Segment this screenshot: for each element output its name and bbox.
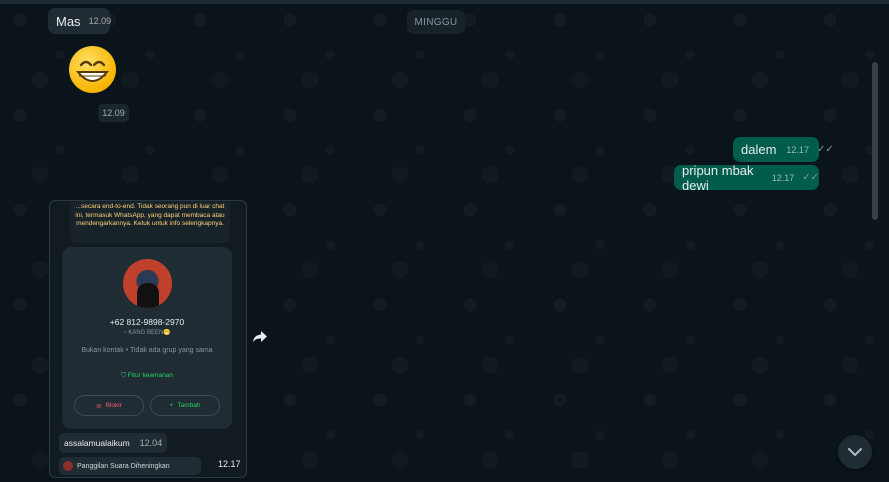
scrollbar[interactable] <box>872 62 878 220</box>
phone-icon <box>63 461 73 471</box>
outgoing-message[interactable]: dalem 12.17 ✓✓ <box>733 137 834 162</box>
message-time: 12.09 <box>102 108 125 118</box>
block-icon: ⊘ <box>96 402 102 410</box>
greeting-text: assalamualaikum <box>64 438 130 448</box>
block-label: Blokir <box>105 402 122 409</box>
greeting-time: 12.04 <box>139 438 163 448</box>
shield-icon: ⛉ <box>121 372 126 379</box>
message-time: 12.09 <box>88 16 112 26</box>
contact-meta: Bukan kontak • Tidak ada grup yang sama <box>81 347 213 354</box>
message-text: dalem <box>741 142 777 157</box>
emoji-face-icon <box>75 60 110 82</box>
greeting-message: assalamualaikum 12.04 <box>59 433 168 453</box>
encryption-notice[interactable]: ...secara end-to-end. Tidak seorang pun … <box>70 201 230 243</box>
message-text: Mas <box>56 13 81 29</box>
message-time: 12.17 <box>786 144 809 155</box>
contact-phone: +62 812-9898-2970 <box>109 317 185 327</box>
add-contact-button[interactable]: + Tambah <box>150 395 220 416</box>
message-text: pripun mbak dewi <box>682 162 754 193</box>
security-link[interactable]: ⛉ Fitur keamanan <box>62 372 232 380</box>
muted-call-row: Panggilan Suara Diheningkan <box>59 457 201 475</box>
message-time: 12.17 <box>218 459 241 469</box>
security-label: Fitur keamanan <box>127 372 173 379</box>
date-divider: MINGGU <box>407 10 465 34</box>
message-time: 12.17 <box>771 172 795 183</box>
add-user-icon: + <box>169 402 174 409</box>
grinning-emoji[interactable] <box>69 46 116 93</box>
block-button[interactable]: ⊘ Blokir <box>74 395 144 416</box>
contact-profile-card: +62 812-9898-2970 ~ KANG BEEN😁 Bukan kon… <box>62 247 232 429</box>
outgoing-message[interactable]: pripun mbak dewi 12.17 ✓✓ <box>674 162 819 193</box>
add-label: Tambah <box>177 402 201 409</box>
scroll-down-button[interactable] <box>838 435 872 469</box>
forward-icon[interactable] <box>251 328 269 346</box>
incoming-message[interactable]: Mas 12.09 <box>48 8 112 34</box>
chevron-down-icon <box>848 447 862 456</box>
contact-alias: ~ KANG BEEN😁 <box>123 330 171 336</box>
double-check-icon: ✓✓ <box>802 172 819 183</box>
emoji-time-chip: 12.09 <box>98 104 129 122</box>
call-label: Panggilan Suara Diheningkan <box>77 462 170 470</box>
double-check-icon: ✓✓ <box>816 144 834 155</box>
avatar[interactable] <box>123 259 172 308</box>
header-edge <box>0 0 889 4</box>
contact-screenshot-message[interactable]: ...secara end-to-end. Tidak seorang pun … <box>49 200 247 478</box>
